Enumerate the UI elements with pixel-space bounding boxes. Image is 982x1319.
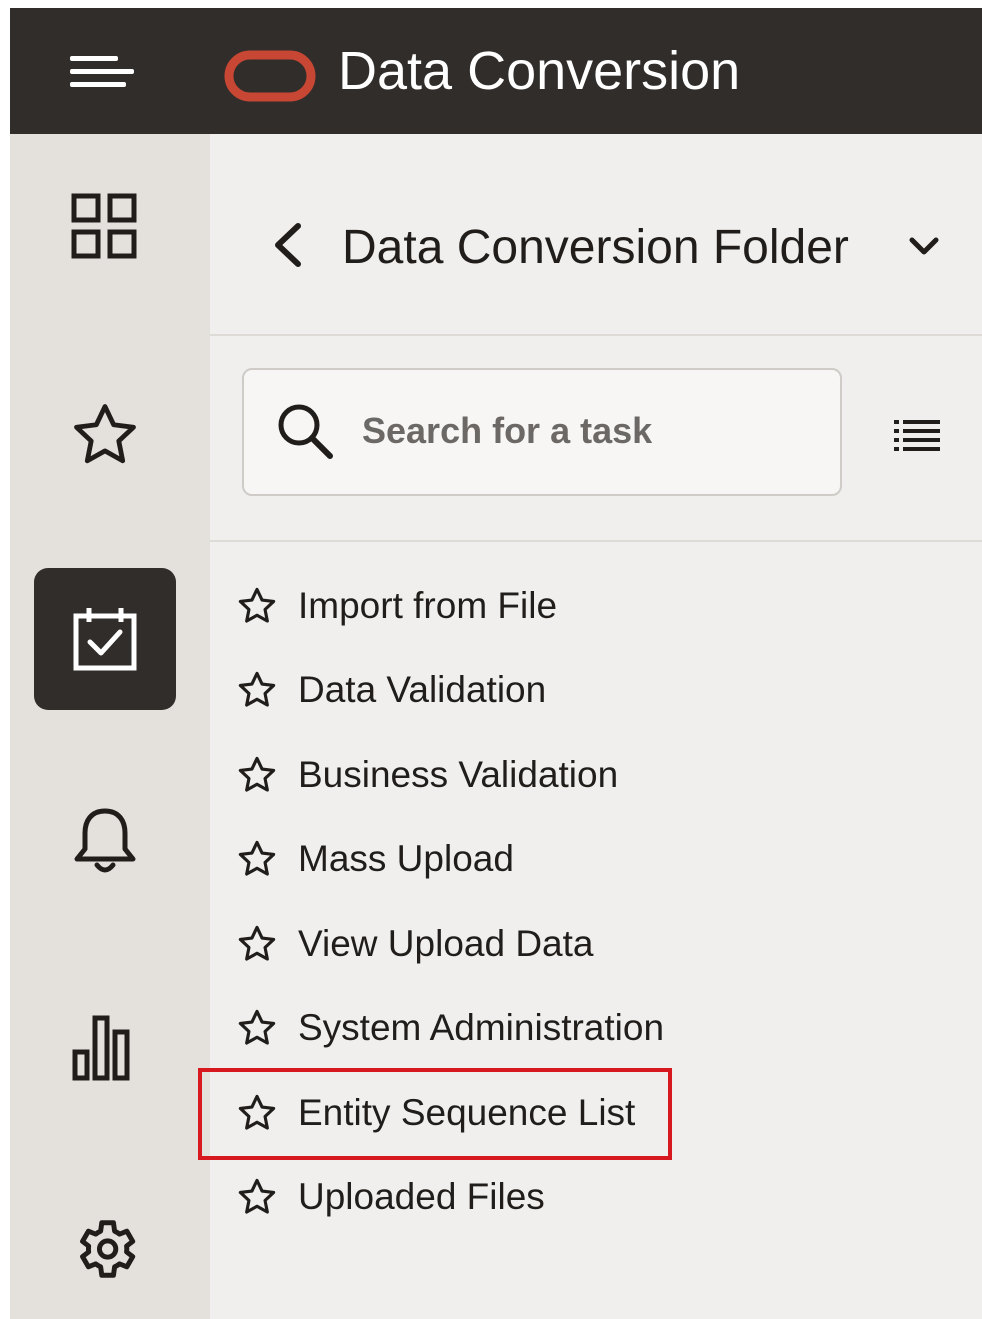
rail-item-favorites[interactable] (34, 364, 176, 506)
hamburger-menu-icon[interactable] (60, 46, 140, 98)
folder-title: Data Conversion Folder (342, 221, 849, 274)
task-label[interactable]: Data Validation (298, 666, 546, 714)
chevron-down-icon[interactable] (904, 230, 944, 264)
task-item[interactable]: Data Validation (236, 660, 546, 720)
task-label[interactable]: Uploaded Files (298, 1173, 545, 1221)
search-box (242, 368, 842, 496)
task-label[interactable]: Business Validation (298, 751, 618, 799)
rail-item-settings[interactable] (34, 1178, 176, 1319)
calendar-check-icon (73, 608, 137, 671)
oracle-logo (224, 50, 316, 102)
bell-icon (74, 808, 136, 873)
task-item[interactable]: Business Validation (236, 745, 618, 805)
app-window: Data Conversion Data Conversion Folder S… (10, 8, 982, 1319)
search-row (210, 338, 982, 542)
task-label[interactable]: View Upload Data (298, 920, 594, 968)
apps-grid-icon (71, 193, 137, 259)
task-label[interactable]: Entity Sequence List (298, 1089, 635, 1137)
rail-item-tasks[interactable] (34, 568, 176, 710)
star-icon (74, 404, 136, 464)
gear-icon (80, 1220, 136, 1278)
task-label[interactable]: Import from File (298, 582, 557, 630)
bar-chart-icon (72, 1015, 130, 1081)
app-header: Data Conversion (10, 8, 982, 134)
list-view-icon[interactable] (892, 416, 942, 456)
star-outline-icon[interactable] (236, 1007, 278, 1049)
task-panel: Data Conversion Folder Search for a task… (210, 134, 982, 1319)
task-item[interactable]: Uploaded Files (236, 1167, 545, 1227)
task-item[interactable]: Import from File (236, 576, 557, 636)
star-outline-icon[interactable] (236, 585, 278, 627)
rail-item-apps[interactable] (34, 156, 176, 298)
app-title: Data Conversion (338, 41, 741, 101)
star-outline-icon[interactable] (236, 754, 278, 796)
navigation-rail (10, 134, 210, 1319)
task-label[interactable]: System Administration (298, 1004, 664, 1052)
search-icon (278, 404, 333, 459)
task-item[interactable]: View Upload Data (236, 914, 594, 974)
star-outline-icon[interactable] (236, 838, 278, 880)
folder-header: Data Conversion Folder (210, 134, 982, 336)
star-outline-icon[interactable] (236, 669, 278, 711)
task-item[interactable]: Mass Upload (236, 829, 514, 889)
star-outline-icon[interactable] (236, 1092, 278, 1134)
rail-item-analytics[interactable] (34, 976, 176, 1118)
task-item[interactable]: System Administration (236, 998, 664, 1058)
task-label[interactable]: Mass Upload (298, 835, 514, 883)
search-input[interactable] (362, 398, 822, 464)
task-item-entity-sequence-list[interactable]: Entity Sequence List (236, 1083, 635, 1143)
rail-item-notifications[interactable] (34, 770, 176, 912)
chevron-left-icon[interactable] (268, 218, 308, 272)
star-outline-icon[interactable] (236, 1176, 278, 1218)
star-outline-icon[interactable] (236, 923, 278, 965)
